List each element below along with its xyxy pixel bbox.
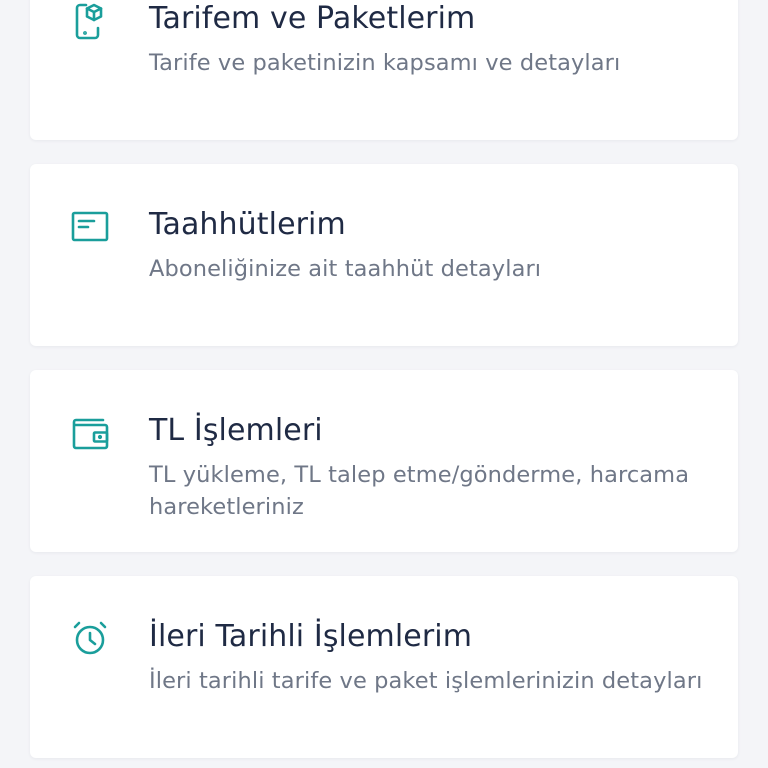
menu-item-title: Tarifem ve Paketlerim xyxy=(149,1,476,36)
menu-item-subtitle: TL yükleme, TL talep etme/gönderme, harc… xyxy=(149,462,690,520)
menu-item-text: Taahhütlerim Aboneliğinize ait taahhüt d… xyxy=(149,206,714,285)
menu-item-title: Taahhütlerim xyxy=(149,207,346,242)
menu-item-future-dated-transactions[interactable]: İleri Tarihli İşlemlerim İleri tarihli t… xyxy=(30,576,738,758)
menu-item-text: Tarifem ve Paketlerim Tarife ve paketini… xyxy=(149,0,714,79)
menu-list: Tarifem ve Paketlerim Tarife ve paketini… xyxy=(0,0,768,768)
menu-item-commitments[interactable]: Taahhütlerim Aboneliğinize ait taahhüt d… xyxy=(30,164,738,346)
menu-item-title: İleri Tarihli İşlemlerim xyxy=(149,619,473,654)
menu-item-tariffs-packages[interactable]: Tarifem ve Paketlerim Tarife ve paketini… xyxy=(30,0,738,140)
alarm-clock-icon xyxy=(68,616,112,660)
menu-item-subtitle: Aboneliğinize ait taahhüt detayları xyxy=(149,256,542,282)
wallet-icon xyxy=(68,410,112,454)
menu-item-tl-transactions[interactable]: TL İşlemleri TL yükleme, TL talep etme/g… xyxy=(30,370,738,552)
menu-item-text: İleri Tarihli İşlemlerim İleri tarihli t… xyxy=(149,618,714,697)
phone-package-icon xyxy=(68,0,112,43)
document-icon xyxy=(68,204,112,248)
menu-item-subtitle: Tarife ve paketinizin kapsamı ve detayla… xyxy=(149,50,621,76)
menu-item-title: TL İşlemleri xyxy=(149,413,323,448)
menu-item-text: TL İşlemleri TL yükleme, TL talep etme/g… xyxy=(149,412,714,523)
menu-item-subtitle: İleri tarihli tarife ve paket işlemlerin… xyxy=(149,668,703,694)
